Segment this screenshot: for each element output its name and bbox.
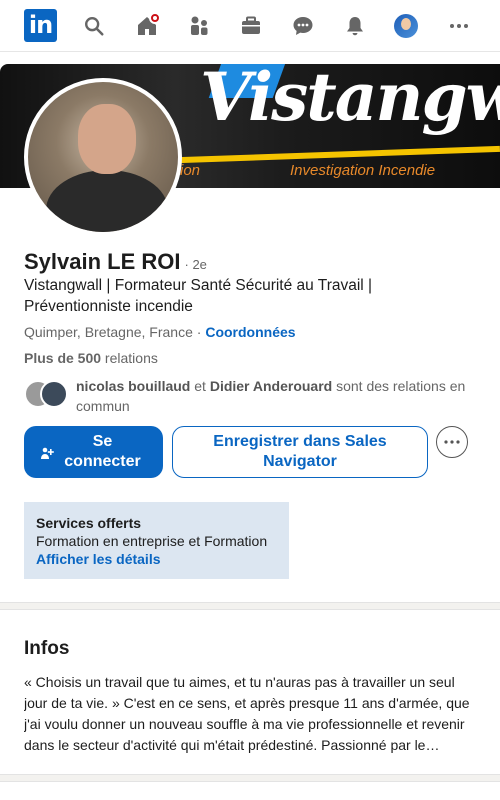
linkedin-logo[interactable]: in: [24, 9, 57, 42]
mutual-avatars: [24, 380, 70, 410]
section-divider: [0, 774, 500, 782]
save-to-sales-navigator-button[interactable]: Enregistrer dans Sales Navigator: [172, 426, 428, 478]
mutual-person-2: Didier Anderouard: [209, 378, 333, 394]
me-menu[interactable]: [390, 10, 422, 42]
mutual-avatar: [40, 380, 68, 408]
mutual-connections[interactable]: nicolas bouillaud et Didier Anderouard s…: [24, 376, 484, 416]
services-description: Formation en entreprise et Formation: [36, 533, 268, 549]
connections-row[interactable]: Plus de 500 relations: [24, 350, 158, 366]
services-title: Services offerts: [36, 515, 142, 531]
services-box[interactable]: Services offerts Formation en entreprise…: [24, 502, 289, 579]
photo-body: [46, 170, 168, 232]
about-text[interactable]: « Choisis un travail que tu aimes, et tu…: [24, 672, 476, 756]
contact-info-link[interactable]: Coordonnées: [205, 324, 295, 340]
add-person-icon: [41, 447, 54, 459]
connections-label: relations: [101, 350, 158, 366]
more-icon[interactable]: [443, 10, 475, 42]
messaging-icon[interactable]: [287, 10, 319, 42]
mutual-and: et: [190, 378, 210, 394]
location-text: Quimper, Bretagne, France: [24, 324, 193, 340]
profile-headline: Vistangwall | Formateur Santé Sécurité a…: [24, 277, 373, 315]
search-icon[interactable]: [78, 10, 110, 42]
name-row: Sylvain LE ROI · 2e: [24, 249, 207, 275]
banner-wordmark: Vistangwall: [200, 64, 500, 136]
connect-button[interactable]: Se connecter: [24, 426, 163, 478]
profile-card: Vistangwall ion Investigation Incendie S…: [0, 64, 500, 602]
connections-count: Plus de 500: [24, 350, 102, 366]
banner-tagline-right: Investigation Incendie: [290, 162, 436, 179]
connect-label: Se connecter: [64, 433, 141, 470]
mutual-text: nicolas bouillaud et Didier Anderouard s…: [76, 376, 476, 416]
photo-head: [78, 104, 136, 174]
more-actions-button[interactable]: [436, 426, 468, 458]
ellipsis-icon: [444, 440, 460, 444]
profile-photo[interactable]: [24, 78, 182, 236]
notification-badge: [149, 12, 161, 24]
home-icon[interactable]: [131, 10, 163, 42]
jobs-icon[interactable]: [235, 10, 267, 42]
profile-actions: Se connecter Enregistrer dans Sales Navi…: [24, 426, 484, 478]
banner-tagline-left: ion: [180, 162, 201, 179]
services-details-link[interactable]: Afficher les détails: [36, 550, 277, 568]
location-separator: ·: [192, 324, 206, 340]
notifications-icon[interactable]: [339, 10, 371, 42]
about-title: Infos: [24, 638, 70, 659]
about-section: Infos « Choisis un travail que tu aimes,…: [0, 610, 500, 774]
section-divider: [0, 602, 500, 610]
top-navigation: in: [0, 0, 500, 52]
connection-degree: · 2e: [184, 257, 207, 272]
mutual-person-1: nicolas bouillaud: [76, 378, 191, 394]
user-avatar: [394, 14, 418, 38]
location-row: Quimper, Bretagne, France · Coordonnées: [24, 324, 296, 340]
network-icon[interactable]: [183, 10, 215, 42]
profile-name: Sylvain LE ROI: [24, 249, 181, 274]
